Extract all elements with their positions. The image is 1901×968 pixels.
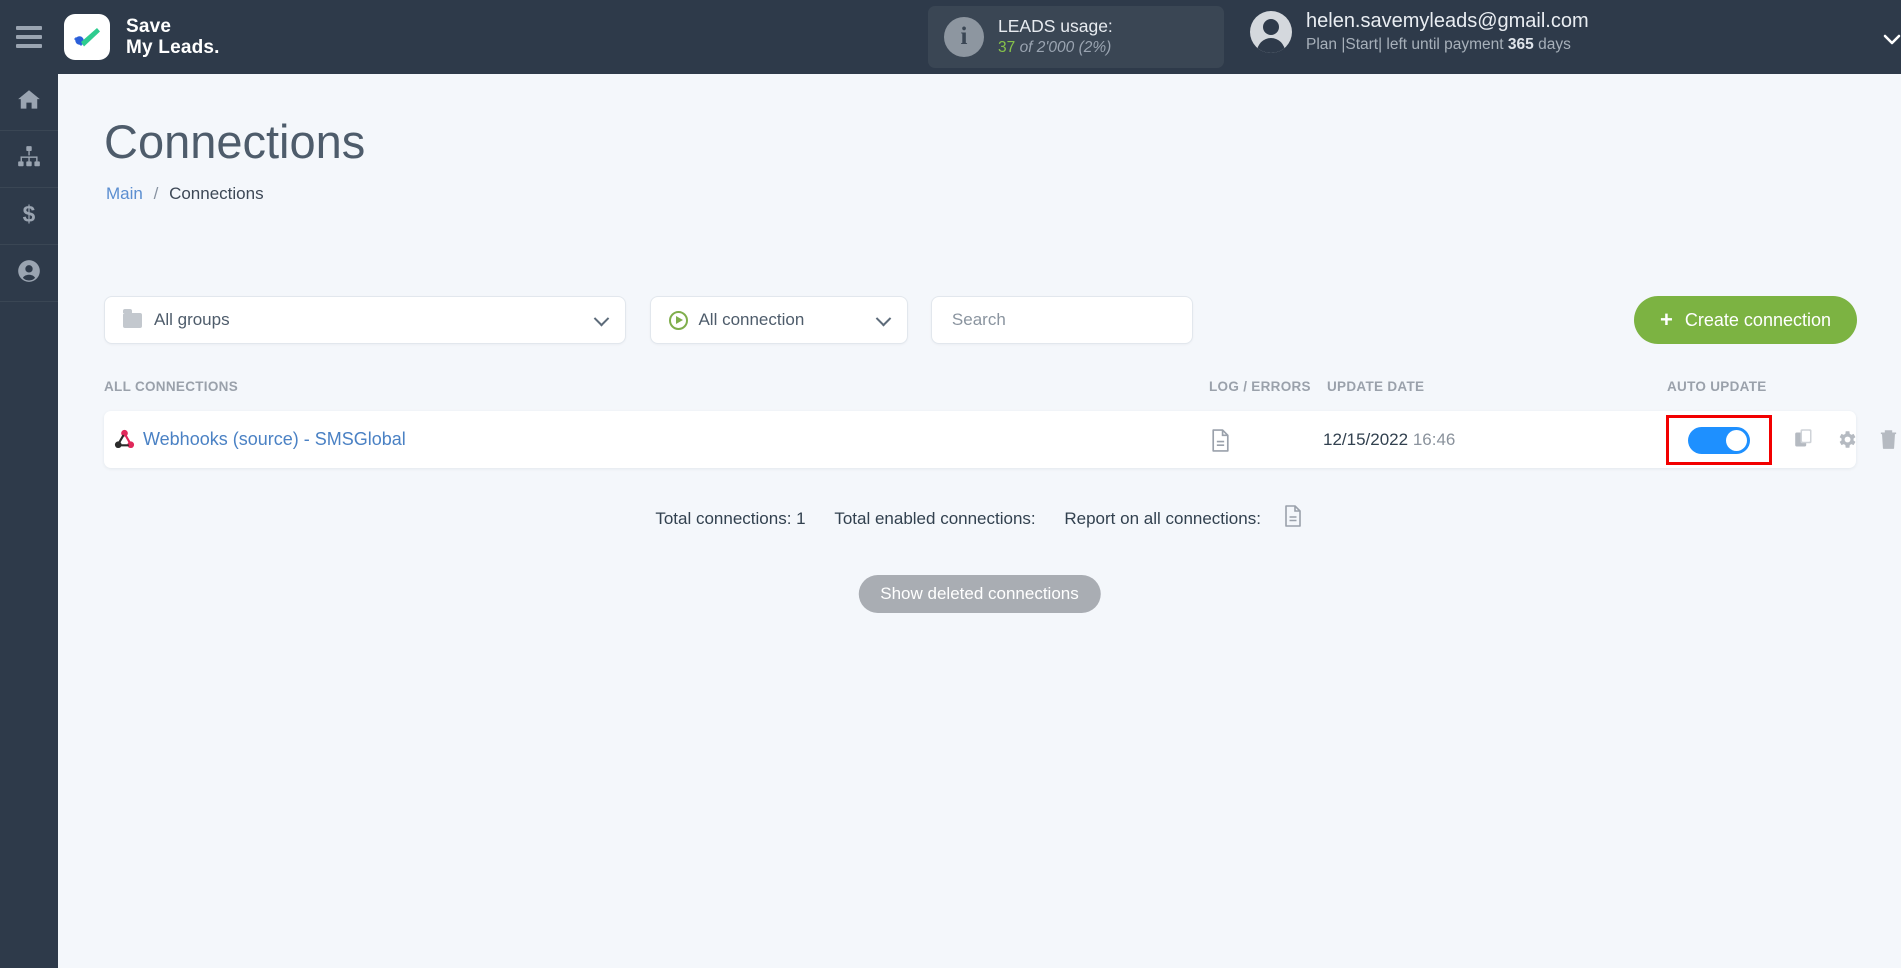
breadcrumb: Main / Connections [106,184,264,204]
total-connections: Total connections: 1 [655,509,806,528]
plan-days: 365 [1507,36,1534,53]
create-connection-button[interactable]: + Create connection [1634,296,1857,344]
document-icon[interactable] [1209,428,1232,458]
leads-usage-title: LEADS usage: [998,15,1113,36]
leads-usage-badge[interactable]: i LEADS usage: 37 of 2'000 (2%) [928,6,1224,68]
table-row: Webhooks (source) - SMSGlobal 12/15/2022… [104,411,1897,468]
gear-icon[interactable] [1836,428,1858,456]
sidebar-item-account[interactable] [0,245,58,302]
webhook-icon [112,427,137,457]
column-header-log-errors: LOG / ERRORS [1209,379,1311,394]
chevron-down-icon [876,310,892,327]
document-icon[interactable] [1277,505,1304,532]
savemyleads-logo-icon [64,14,110,60]
brand-logo-group[interactable]: Save My Leads. [64,14,220,60]
hamburger-icon[interactable] [0,0,58,74]
hamburger-bar [16,44,42,48]
groups-filter-select[interactable]: All groups [104,296,626,344]
auto-update-toggle[interactable] [1688,426,1750,454]
user-info: helen.savemyleads@gmail.com Plan |Start|… [1306,8,1589,56]
leads-used-count: 37 [998,39,1016,57]
hamburger-bar [16,35,42,39]
report-on-all-connections: Report on all connections: [1064,509,1261,528]
leads-usage-text: LEADS usage: 37 of 2'000 (2%) [998,15,1113,60]
sidebar-item-connections[interactable] [0,131,58,188]
auto-update-highlight [1666,415,1772,465]
sidebar-item-home[interactable] [0,74,58,131]
breadcrumb-current: Connections [169,184,264,203]
connection-filter-select[interactable]: All connection [650,296,909,344]
info-icon: i [944,17,984,57]
play-circle-icon [669,310,689,330]
brand-line-2: My Leads. [126,37,220,58]
toggle-knob [1726,429,1747,451]
update-date-value: 12/15/2022 16:46 [1323,430,1455,450]
filter-bar: All groups All connection [104,296,1193,344]
sitemap-icon [16,144,42,175]
update-date: 12/15/2022 [1323,430,1409,449]
chevron-down-icon [593,310,610,327]
column-header-update-date: UPDATE DATE [1327,379,1425,394]
show-deleted-connections-button[interactable]: Show deleted connections [858,575,1101,613]
home-icon [16,87,42,118]
user-circle-icon [16,258,42,289]
page-title: Connections [104,115,366,168]
brand-text: Save My Leads. [126,16,220,59]
connection-filter-label: All connection [698,310,805,329]
user-account-block[interactable]: helen.savemyleads@gmail.com Plan |Start|… [1250,8,1589,56]
search-box[interactable] [930,296,1193,344]
breadcrumb-main-link[interactable]: Main [106,184,143,203]
plus-icon: + [1660,307,1673,332]
leads-usage-values: 37 of 2'000 (2%) [998,38,1113,59]
dollar-icon: $ [16,201,42,232]
total-enabled-connections: Total enabled connections: [834,509,1036,528]
search-input[interactable] [951,310,1172,330]
user-plan-info: Plan |Start| left until payment 365 days [1306,35,1589,56]
main-content: Connections Main / Connections All group… [58,74,1901,968]
brand-line-1: Save [126,15,172,37]
leads-total-count: of 2'000 [1019,39,1075,57]
connection-totals: Total connections: 1 Total enabled conne… [58,504,1901,533]
plan-prefix: Plan |Start| left until payment [1306,36,1508,53]
row-action-buttons [1794,428,1899,456]
leads-percent: (2%) [1078,39,1112,57]
top-bar: Save My Leads. i LEADS usage: 37 of 2'00… [0,0,1901,74]
connection-name-link[interactable]: Webhooks (source) - SMSGlobal [143,429,406,450]
create-connection-label: Create connection [1684,309,1831,330]
breadcrumb-separator: / [153,184,159,203]
update-time: 16:46 [1412,430,1456,449]
groups-filter-label: All groups [154,310,230,329]
hamburger-bar [16,26,42,30]
sidebar: $ [0,74,58,968]
svg-text:$: $ [23,201,36,227]
avatar-icon [1250,10,1292,53]
trash-icon[interactable] [1878,428,1899,456]
column-header-auto-update: AUTO UPDATE [1667,379,1767,394]
user-email: helen.savemyleads@gmail.com [1306,10,1589,32]
sidebar-item-billing[interactable]: $ [0,188,58,245]
plan-suffix: days [1533,36,1571,53]
column-header-all-connections: ALL CONNECTIONS [104,379,239,394]
folder-icon [123,308,142,328]
copy-icon[interactable] [1794,428,1816,456]
